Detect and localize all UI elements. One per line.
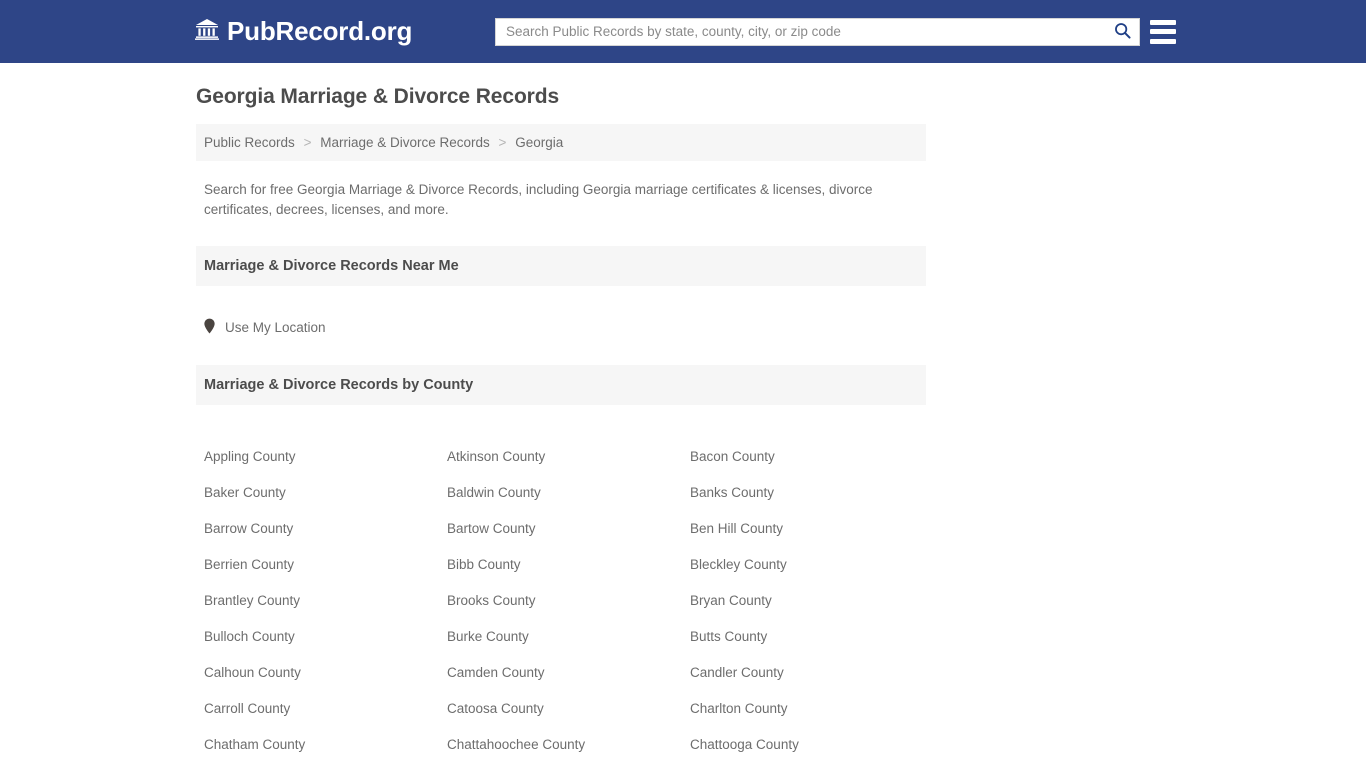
page-title: Georgia Marriage & Divorce Records — [196, 85, 560, 108]
site-logo-link[interactable]: PubRecord.org — [194, 16, 412, 47]
county-link[interactable]: Bibb County — [447, 547, 690, 583]
county-link[interactable]: Banks County — [690, 475, 918, 511]
county-link[interactable]: Bartow County — [447, 511, 690, 547]
section-heading-by-county: Marriage & Divorce Records by County — [196, 365, 926, 406]
county-link[interactable]: Berrien County — [204, 547, 447, 583]
intro-text: Search for free Georgia Marriage & Divor… — [204, 182, 873, 217]
county-link[interactable]: Barrow County — [204, 511, 447, 547]
search-input[interactable] — [496, 18, 1105, 45]
menu-bar-3 — [1150, 38, 1176, 44]
county-link[interactable]: Bryan County — [690, 583, 918, 619]
near-me-section: Use My Location — [196, 298, 926, 339]
menu-bar-1 — [1150, 19, 1176, 25]
county-link[interactable]: Atkinson County — [447, 439, 690, 475]
use-my-location-link[interactable]: Use My Location — [204, 318, 326, 337]
county-link[interactable]: Brantley County — [204, 583, 447, 619]
county-link[interactable]: Baldwin County — [447, 475, 690, 511]
breadcrumb-separator-2: > — [498, 135, 507, 150]
section-heading-near-me: Marriage & Divorce Records Near Me — [196, 246, 926, 286]
breadcrumb-separator-1: > — [303, 135, 312, 150]
county-link[interactable]: Butts County — [690, 619, 918, 655]
county-link[interactable]: Catoosa County — [447, 691, 690, 727]
county-link[interactable]: Calhoun County — [204, 655, 447, 691]
county-link[interactable]: Bacon County — [690, 439, 918, 475]
breadcrumb-item-marriage-divorce-records[interactable]: Marriage & Divorce Records — [320, 135, 490, 150]
site-header: PubRecord.org — [0, 0, 1366, 63]
county-link[interactable]: Chattahoochee County — [447, 727, 690, 763]
county-list: Appling County Atkinson County Bacon Count… — [196, 417, 926, 768]
hamburger-menu-icon[interactable] — [1150, 19, 1176, 44]
county-link[interactable]: Appling County — [204, 439, 447, 475]
map-pin-icon — [204, 318, 215, 337]
county-link[interactable]: Chattooga County — [690, 727, 918, 763]
breadcrumb-item-georgia[interactable]: Georgia — [515, 135, 563, 150]
county-link[interactable]: Brooks County — [447, 583, 690, 619]
county-link[interactable]: Bulloch County — [204, 619, 447, 655]
county-link[interactable]: Charlton County — [690, 691, 918, 727]
county-link[interactable]: Cherokee County — [204, 763, 447, 768]
county-link[interactable]: Candler County — [690, 655, 918, 691]
county-link[interactable]: Bleckley County — [690, 547, 918, 583]
search-button[interactable] — [1105, 19, 1139, 45]
county-link[interactable]: Carroll County — [204, 691, 447, 727]
menu-bar-2 — [1150, 29, 1176, 34]
county-link[interactable]: Ben Hill County — [690, 511, 918, 547]
county-link[interactable]: Clay County — [690, 763, 918, 768]
main-content: Georgia Marriage & Divorce Records Publi… — [196, 63, 926, 768]
breadcrumb: Public Records > Marriage & Divorce Reco… — [196, 124, 926, 161]
county-link[interactable]: Burke County — [447, 619, 690, 655]
county-link[interactable]: Chatham County — [204, 727, 447, 763]
search-icon — [1114, 22, 1131, 42]
use-my-location-label: Use My Location — [225, 320, 326, 336]
breadcrumb-item-public-records[interactable]: Public Records — [204, 135, 295, 150]
brand-name: PubRecord.org — [227, 16, 413, 46]
bank-building-icon — [194, 17, 220, 46]
county-link[interactable]: Clarke County — [447, 763, 690, 768]
county-link[interactable]: Baker County — [204, 475, 447, 511]
search-bar — [495, 17, 1140, 46]
county-link[interactable]: Camden County — [447, 655, 690, 691]
